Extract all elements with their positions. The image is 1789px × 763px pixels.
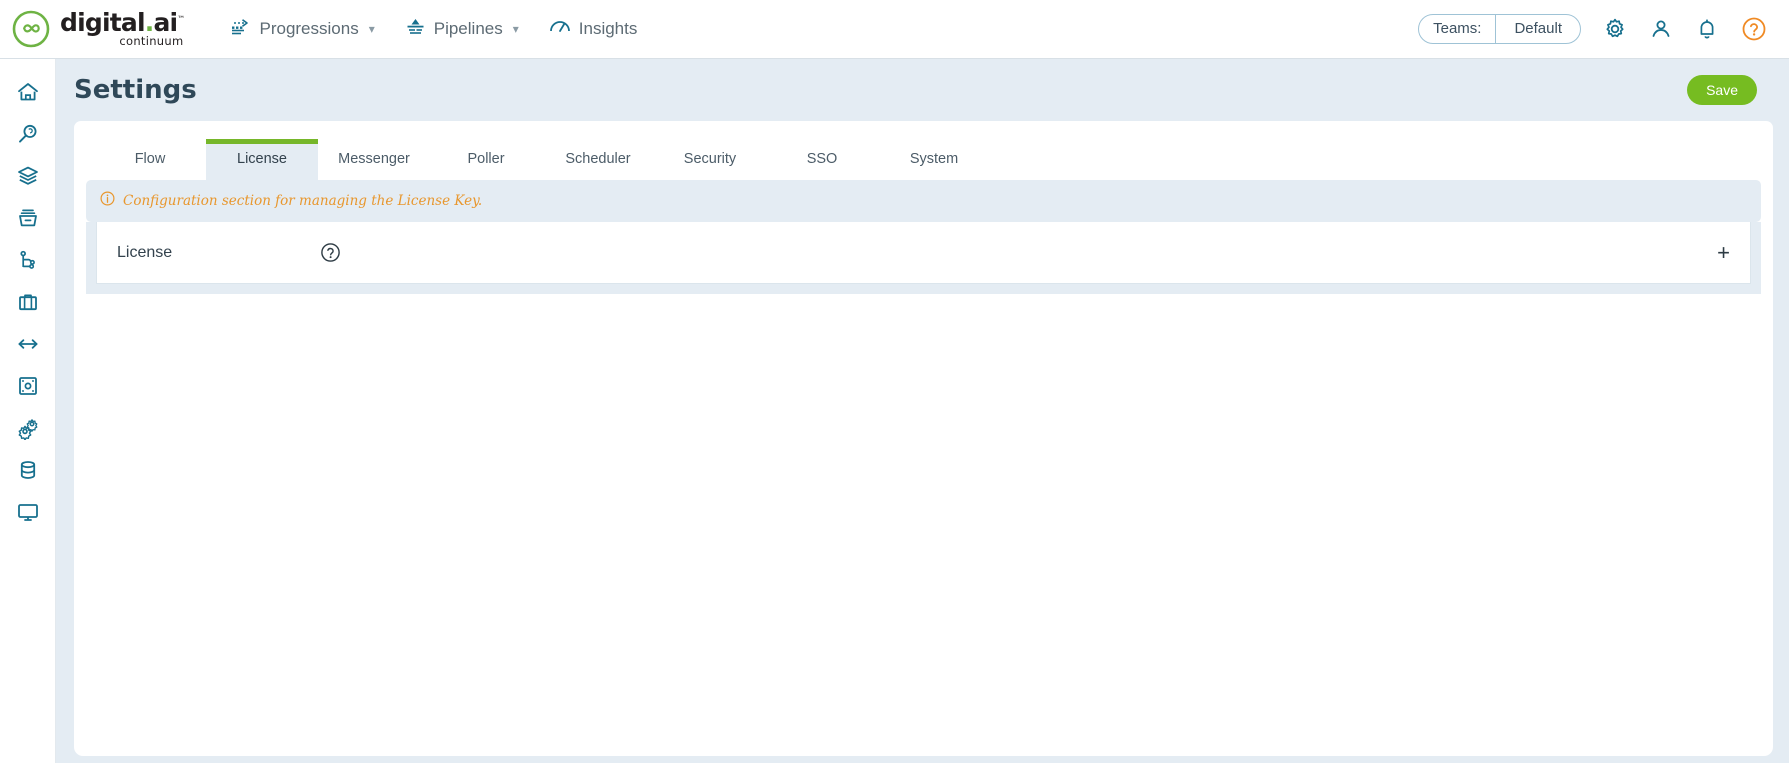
arrows-left-right-icon — [16, 332, 40, 361]
nav-label-insights: Insights — [578, 19, 638, 38]
help-circle-icon[interactable] — [1741, 16, 1767, 42]
tab-label: Flow — [134, 151, 166, 167]
top-navbar: digital.ai™ continuum Progressions ▾ Pip… — [0, 0, 1789, 59]
sidebar-item-database[interactable] — [0, 451, 56, 493]
left-sidebar — [0, 59, 56, 763]
nav-item-insights[interactable]: Insights — [549, 17, 638, 41]
brand-sub: continuum — [119, 34, 184, 49]
sidebar-item-layers[interactable] — [0, 157, 56, 199]
archive-icon — [16, 206, 40, 235]
top-navbar-right: Teams: Default — [1418, 14, 1767, 44]
sidebar-item-branch[interactable] — [0, 241, 56, 283]
info-banner: Configuration section for managing the L… — [86, 180, 1761, 222]
teams-label: Teams: — [1419, 15, 1497, 43]
layers-icon — [16, 164, 40, 193]
settings-tabs: Flow License Messenger Poller Scheduler … — [74, 121, 1773, 180]
accordion-label: License — [117, 243, 173, 261]
settings-panel: Flow License Messenger Poller Scheduler … — [74, 121, 1773, 756]
dashboard-grid-icon — [16, 374, 40, 403]
briefcase-icon — [16, 290, 40, 319]
brand-logo[interactable]: digital.ai™ continuum — [12, 8, 185, 49]
question-circle-icon[interactable] — [320, 242, 341, 263]
page-title: Settings — [74, 75, 197, 105]
tab-label: System — [909, 151, 959, 167]
tab-label: Security — [683, 151, 737, 167]
tab-flow[interactable]: Flow — [94, 139, 206, 180]
sidebar-item-archive[interactable] — [0, 199, 56, 241]
sidebar-item-dashboard[interactable] — [0, 367, 56, 409]
home-icon — [16, 80, 40, 109]
tab-label: Scheduler — [565, 151, 631, 167]
user-icon[interactable] — [1649, 17, 1673, 41]
database-icon — [16, 458, 40, 487]
top-nav-items: Progressions ▾ Pipelines ▾ Insights — [230, 17, 637, 41]
bell-icon[interactable] — [1695, 17, 1719, 41]
brand-name: digital.ai — [60, 8, 178, 38]
infinity-logo-icon — [12, 10, 50, 48]
tab-label: License — [237, 151, 287, 167]
tab-sso[interactable]: SSO — [766, 139, 878, 180]
sidebar-item-settings[interactable] — [0, 409, 56, 451]
teams-value[interactable]: Default — [1496, 15, 1580, 43]
tab-poller[interactable]: Poller — [430, 139, 542, 180]
gear-icon[interactable] — [1603, 17, 1627, 41]
monitor-icon — [16, 500, 40, 529]
info-circle-icon — [100, 191, 115, 211]
chevron-down-icon: ▾ — [512, 22, 519, 36]
branch-icon — [16, 248, 40, 277]
pipelines-icon — [405, 17, 426, 41]
accordion-license[interactable]: License + — [96, 222, 1751, 284]
sidebar-item-monitor[interactable] — [0, 493, 56, 535]
tab-panel-license: Configuration section for managing the L… — [74, 180, 1773, 294]
tab-label: Poller — [467, 151, 505, 167]
insights-icon — [549, 17, 571, 41]
tab-scheduler[interactable]: Scheduler — [542, 139, 654, 180]
page-header: Settings Save — [56, 59, 1789, 121]
sidebar-item-search[interactable] — [0, 115, 56, 157]
tab-system[interactable]: System — [878, 139, 990, 180]
sidebar-item-transfer[interactable] — [0, 325, 56, 367]
accordion-expand-button[interactable]: + — [1717, 241, 1730, 264]
tab-security[interactable]: Security — [654, 139, 766, 180]
accordion-shell: License + — [86, 222, 1761, 294]
chevron-down-icon: ▾ — [368, 22, 375, 36]
nav-item-progressions[interactable]: Progressions ▾ — [230, 17, 375, 41]
progressions-icon — [230, 17, 251, 41]
tab-label: Messenger — [338, 151, 410, 167]
page-body: Settings Save Flow License Messenger Pol… — [56, 59, 1789, 763]
sidebar-item-briefcase[interactable] — [0, 283, 56, 325]
tab-license[interactable]: License — [206, 139, 318, 180]
info-banner-text: Configuration section for managing the L… — [123, 193, 483, 209]
teams-selector[interactable]: Teams: Default — [1418, 14, 1581, 44]
nav-label-pipelines: Pipelines — [433, 19, 503, 38]
gears-icon — [16, 416, 40, 445]
sidebar-item-home[interactable] — [0, 73, 56, 115]
nav-item-pipelines[interactable]: Pipelines ▾ — [405, 17, 519, 41]
save-button[interactable]: Save — [1687, 75, 1757, 105]
tab-label: SSO — [806, 151, 838, 167]
search-icon — [16, 122, 40, 151]
tab-messenger[interactable]: Messenger — [318, 139, 430, 180]
nav-label-progressions: Progressions — [259, 19, 359, 38]
brand-wordmark: digital.ai™ continuum — [60, 8, 185, 49]
